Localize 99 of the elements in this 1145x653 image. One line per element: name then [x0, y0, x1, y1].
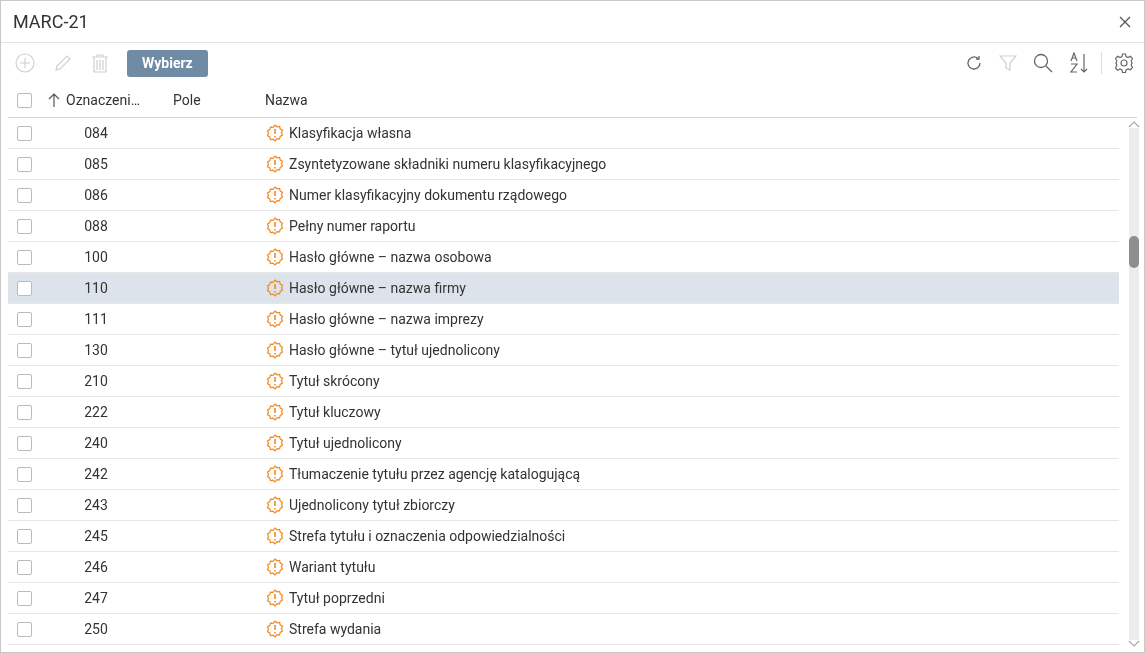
field-code: 085 — [84, 156, 108, 172]
table-row[interactable]: 130 Hasło główne – tytuł ujednolicony — [8, 335, 1119, 366]
scroll-down-icon[interactable] — [1127, 640, 1140, 648]
row-checkbox[interactable] — [17, 342, 32, 358]
row-checkbox[interactable] — [17, 156, 32, 172]
warning-badge-icon — [266, 465, 284, 483]
field-code: 110 — [84, 280, 108, 296]
search-icon[interactable] — [1033, 53, 1053, 73]
table-row[interactable]: 210 Tytuł skrócony — [8, 366, 1119, 397]
field-name: Strefa tytułu i oznaczenia odpowiedzialności — [289, 528, 566, 544]
sort-icon[interactable] — [1069, 52, 1089, 74]
scrollbar-thumb[interactable] — [1128, 236, 1139, 268]
field-name: Tytuł poprzedni — [289, 590, 385, 606]
row-checkbox[interactable] — [17, 528, 32, 544]
field-name: Hasło główne – nazwa firmy — [289, 280, 466, 296]
table-row[interactable]: 247 Tytuł poprzedni — [8, 583, 1119, 614]
row-checkbox[interactable] — [17, 125, 32, 141]
field-code: 247 — [84, 590, 108, 606]
field-name: Hasło główne – tytuł ujednolicony — [289, 342, 500, 358]
field-code: 086 — [84, 187, 108, 203]
table-row[interactable]: 085 Zsyntetyzowane składniki numeru klasyfikacyjnego — [8, 149, 1119, 180]
row-checkbox[interactable] — [17, 404, 32, 420]
warning-badge-icon — [266, 403, 284, 421]
window-title: MARC-21 — [13, 11, 89, 32]
warning-badge-icon — [266, 310, 284, 328]
table-row[interactable]: 111 Hasło główne – nazwa imprezy — [8, 304, 1119, 335]
column-header[interactable]: Pole — [173, 92, 201, 108]
row-checkbox[interactable] — [17, 373, 32, 389]
field-code: 246 — [84, 559, 108, 575]
row-checkbox[interactable] — [17, 466, 32, 482]
row-checkbox[interactable] — [17, 621, 32, 637]
field-name: Wariant tytułu — [289, 559, 376, 575]
warning-badge-icon — [266, 279, 284, 297]
warning-badge-icon — [266, 248, 284, 266]
warning-badge-icon — [266, 186, 284, 204]
row-checkbox[interactable] — [17, 280, 32, 296]
field-code: 084 — [84, 125, 108, 141]
warning-badge-icon — [266, 558, 284, 576]
field-name: Tytuł ujednolicony — [289, 435, 402, 451]
row-checkbox[interactable] — [17, 590, 32, 606]
warning-badge-icon — [266, 527, 284, 545]
column-header[interactable]: Oznaczeni… — [66, 92, 140, 108]
field-code: 111 — [84, 311, 108, 327]
warning-badge-icon — [266, 434, 284, 452]
table-row[interactable]: 088 Pełny numer raportu — [8, 211, 1119, 242]
close-icon[interactable] — [1118, 14, 1132, 29]
table-row[interactable]: 084 Klasyfikacja własna — [8, 118, 1119, 149]
row-checkbox[interactable] — [17, 249, 32, 265]
warning-badge-icon — [266, 620, 284, 638]
field-name: Zsyntetyzowane składniki numeru klasyfikacyjnego — [289, 156, 607, 172]
field-name: Hasło główne – nazwa osobowa — [289, 249, 492, 265]
row-checkbox[interactable] — [17, 435, 32, 451]
field-name: Numer klasyfikacyjny dokumentu rządowego — [289, 187, 568, 203]
warning-badge-icon — [266, 372, 284, 390]
table-row[interactable]: 250 Strefa wydania — [8, 614, 1119, 645]
select-all-checkbox[interactable] — [17, 92, 32, 108]
column-header[interactable]: Nazwa — [265, 92, 308, 108]
table-row[interactable]: 246 Wariant tytułu — [8, 552, 1119, 583]
row-checkbox[interactable] — [17, 559, 32, 575]
field-code: 210 — [84, 373, 108, 389]
table-row[interactable]: 243 Ujednolicony tytuł zbiorczy — [8, 490, 1119, 521]
refresh-icon[interactable] — [965, 54, 983, 72]
field-code: 250 — [84, 621, 108, 637]
warning-badge-icon — [266, 496, 284, 514]
table-row[interactable]: 110 Hasło główne – nazwa firmy — [8, 273, 1119, 304]
row-checkbox[interactable] — [17, 311, 32, 327]
warning-badge-icon — [266, 124, 284, 142]
field-name: Strefa wydania — [289, 621, 382, 637]
field-name: Ujednolicony tytuł zbiorczy — [289, 497, 455, 513]
field-name: Klasyfikacja własna — [289, 125, 412, 141]
warning-badge-icon — [266, 341, 284, 359]
field-name: Pełny numer raportu — [289, 218, 416, 234]
field-code: 222 — [84, 404, 108, 420]
settings-icon[interactable] — [1114, 53, 1134, 73]
table-row[interactable]: 222 Tytuł kluczowy — [8, 397, 1119, 428]
field-code: 088 — [84, 218, 108, 234]
scroll-up-icon[interactable] — [1127, 120, 1140, 128]
table-row[interactable]: 242 Tłumaczenie tytułu przez agencję katalogującą — [8, 459, 1119, 490]
warning-badge-icon — [266, 217, 284, 235]
table-row[interactable]: 245 Strefa tytułu i oznaczenia odpowiedzialności — [8, 521, 1119, 552]
warning-badge-icon — [266, 589, 284, 607]
field-code: 100 — [84, 249, 108, 265]
row-checkbox[interactable] — [17, 218, 32, 234]
warning-badge-icon — [266, 155, 284, 173]
field-code: 245 — [84, 528, 108, 544]
field-code: 130 — [84, 342, 108, 358]
field-code: 243 — [84, 497, 108, 513]
table-row[interactable]: 240 Tytuł ujednolicony — [8, 428, 1119, 459]
field-name: Tłumaczenie tytułu przez agencję katalogującą — [289, 466, 581, 482]
table-row[interactable]: 086 Numer klasyfikacyjny dokumentu rządowego — [8, 180, 1119, 211]
field-name: Tytuł kluczowy — [289, 404, 381, 420]
field-code: 242 — [84, 466, 108, 482]
row-checkbox[interactable] — [17, 187, 32, 203]
sort-arrow-icon[interactable] — [46, 92, 61, 108]
row-checkbox[interactable] — [17, 497, 32, 513]
field-name: Tytuł skrócony — [289, 373, 380, 389]
field-code: 240 — [84, 435, 108, 451]
select-button[interactable]: Wybierz — [127, 49, 208, 77]
field-name: Hasło główne – nazwa imprezy — [289, 311, 484, 327]
